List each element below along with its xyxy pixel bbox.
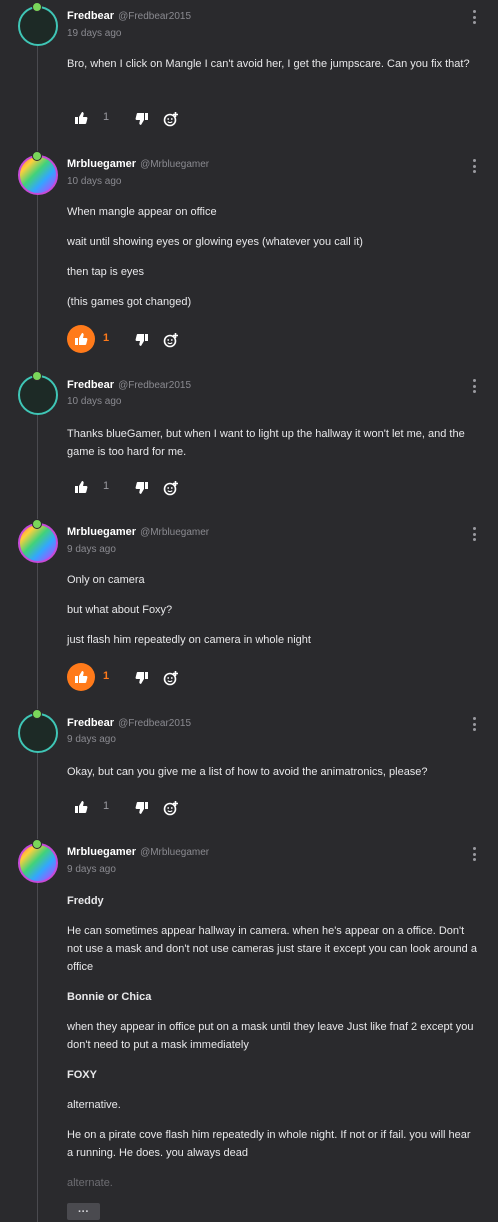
thumbs-down-icon — [135, 334, 148, 346]
author-name[interactable]: Mrbluegamer — [67, 846, 136, 858]
avatar[interactable] — [18, 713, 58, 753]
thumbs-down-icon — [135, 482, 148, 494]
more-options-icon[interactable] — [470, 717, 478, 731]
author-handle: @Mrbluegamer — [140, 159, 210, 170]
comment-text: then tap is eyes — [67, 266, 145, 278]
more-options-icon[interactable] — [470, 10, 478, 24]
comment-body: Thanks blueGamer, but when I want to lig… — [67, 425, 479, 461]
author-name[interactable]: Mrbluegamer — [67, 158, 136, 170]
comment-text: Bro, when I click on Mangle I can't avoi… — [67, 58, 470, 70]
dislike-button[interactable] — [133, 473, 151, 503]
show-more-button[interactable]: ··· — [67, 1203, 100, 1220]
badge-icon — [32, 709, 42, 719]
more-options-icon[interactable] — [470, 527, 478, 541]
add-reaction-icon — [163, 801, 178, 816]
comment-text: (this games got changed) — [67, 296, 192, 308]
like-count: 1 — [103, 332, 110, 344]
section-heading: Freddy — [67, 895, 104, 907]
like-button[interactable] — [67, 473, 95, 501]
section-heading: Bonnie or Chica — [67, 991, 152, 1003]
more-options-icon[interactable] — [470, 159, 478, 173]
badge-icon — [32, 151, 42, 161]
timestamp: 9 days ago — [67, 864, 116, 875]
avatar[interactable] — [18, 843, 58, 883]
add-reaction-icon — [163, 112, 178, 127]
avatar[interactable] — [18, 375, 58, 415]
comment-body: Only on camera but what about Foxy? just… — [67, 571, 479, 649]
comment-text: just flash him repeatedly on camera in w… — [67, 634, 311, 646]
like-button[interactable] — [67, 325, 95, 353]
like-count: 1 — [103, 670, 110, 682]
comment-text: when they appear in office put on a mask… — [67, 1021, 474, 1051]
add-reaction-button[interactable] — [162, 325, 180, 355]
timestamp: 10 days ago — [67, 176, 122, 187]
author-name[interactable]: Fredbear — [67, 379, 114, 391]
comment-body: Bro, when I click on Mangle I can't avoi… — [67, 55, 479, 73]
add-reaction-icon — [163, 333, 178, 348]
dislike-button[interactable] — [133, 325, 151, 355]
author-handle: @Mrbluegamer — [140, 527, 210, 538]
author-name[interactable]: Fredbear — [67, 10, 114, 22]
badge-icon — [32, 2, 42, 12]
dislike-button[interactable] — [133, 663, 151, 693]
author-handle: @Fredbear2015 — [118, 718, 192, 729]
like-count: 1 — [103, 480, 110, 492]
like-button[interactable] — [67, 104, 95, 132]
avatar[interactable] — [18, 523, 58, 563]
badge-icon — [32, 839, 42, 849]
author-name[interactable]: Mrbluegamer — [67, 526, 136, 538]
add-reaction-icon — [163, 671, 178, 686]
comment-text: He on a pirate cove flash him repeatedly… — [67, 1129, 471, 1159]
thumbs-up-icon — [75, 671, 88, 683]
comment-text: but what about Foxy? — [67, 604, 173, 616]
timestamp: 9 days ago — [67, 544, 116, 555]
comment-text: When mangle appear on office — [67, 206, 217, 218]
add-reaction-button[interactable] — [162, 104, 180, 134]
like-button[interactable] — [67, 663, 95, 691]
thumbs-up-icon — [75, 801, 88, 813]
comment-text: alternative. — [67, 1099, 121, 1111]
add-reaction-button[interactable] — [162, 473, 180, 503]
section-heading: FOXY — [67, 1069, 97, 1081]
more-options-icon[interactable] — [470, 379, 478, 393]
author-handle: @Mrbluegamer — [140, 847, 210, 858]
more-options-icon[interactable] — [470, 847, 478, 861]
thumbs-up-icon — [75, 481, 88, 493]
author-handle: @Fredbear2015 — [118, 380, 192, 391]
timestamp: 10 days ago — [67, 396, 122, 407]
thumbs-down-icon — [135, 113, 148, 125]
thumbs-up-icon — [75, 333, 88, 345]
badge-icon — [32, 371, 42, 381]
comment-text: He can sometimes appear hallway in camer… — [67, 925, 477, 973]
timestamp: 9 days ago — [67, 734, 116, 745]
badge-icon — [32, 519, 42, 529]
add-reaction-icon — [163, 481, 178, 496]
avatar[interactable] — [18, 6, 58, 46]
comment-body: Freddy He can sometimes appear hallway i… — [67, 892, 479, 1192]
comment-text: Only on camera — [67, 574, 145, 586]
like-button[interactable] — [67, 793, 95, 821]
comment-text: Okay, but can you give me a list of how … — [67, 766, 428, 778]
add-reaction-button[interactable] — [162, 793, 180, 823]
dislike-button[interactable] — [133, 104, 151, 134]
like-count: 1 — [103, 800, 110, 812]
thumbs-up-icon — [75, 112, 88, 124]
comment-text: wait until showing eyes or glowing eyes … — [67, 236, 363, 248]
add-reaction-button[interactable] — [162, 663, 180, 693]
like-count: 1 — [103, 111, 110, 123]
thumbs-down-icon — [135, 802, 148, 814]
author-name[interactable]: Fredbear — [67, 717, 114, 729]
comment-body: Okay, but can you give me a list of how … — [67, 763, 479, 781]
comment-text-faded: alternate. — [67, 1177, 113, 1189]
comment-text: Thanks blueGamer, but when I want to lig… — [67, 428, 465, 458]
thread-line — [37, 46, 38, 1222]
author-handle: @Fredbear2015 — [118, 11, 192, 22]
timestamp: 19 days ago — [67, 28, 122, 39]
thumbs-down-icon — [135, 672, 148, 684]
avatar[interactable] — [18, 155, 58, 195]
comment-body: When mangle appear on office wait until … — [67, 203, 479, 311]
dislike-button[interactable] — [133, 793, 151, 823]
